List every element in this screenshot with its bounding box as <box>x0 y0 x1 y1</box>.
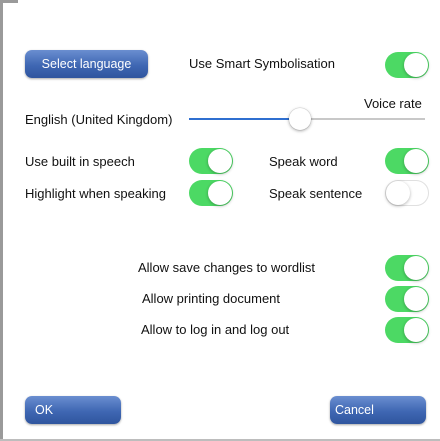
ok-button[interactable]: OK <box>25 396 121 424</box>
toggle-knob <box>404 53 428 77</box>
speak-word-label: Speak word <box>269 154 338 169</box>
highlight-speaking-toggle[interactable] <box>189 180 233 206</box>
toggle-knob <box>208 149 232 173</box>
cancel-button[interactable]: Cancel <box>330 396 426 424</box>
select-language-button[interactable]: Select language <box>25 50 148 78</box>
smart-symbolisation-toggle[interactable] <box>385 52 429 78</box>
language-settings-dialog: Select language Use Smart Symbolisation … <box>0 0 440 441</box>
toggle-knob <box>208 181 232 205</box>
printing-label: Allow printing document <box>142 291 281 306</box>
speak-word-toggle[interactable] <box>385 148 429 174</box>
smart-symbolisation-label: Use Smart Symbolisation <box>189 56 335 71</box>
printing-toggle[interactable] <box>385 286 429 312</box>
language-name: English (United Kingdom) <box>25 112 173 127</box>
toggle-knob <box>404 149 428 173</box>
voice-rate-label: Voice rate <box>364 96 422 111</box>
toggle-knob <box>386 181 410 205</box>
built-in-speech-toggle[interactable] <box>189 148 233 174</box>
voice-rate-slider-thumb[interactable] <box>288 108 311 130</box>
dialog-border-left <box>0 0 3 441</box>
voice-rate-slider-fill <box>189 118 300 120</box>
voice-rate-slider-track[interactable] <box>299 118 425 120</box>
save-wordlist-toggle[interactable] <box>385 255 429 281</box>
highlight-speaking-label: Highlight when speaking <box>25 186 166 201</box>
toggle-knob <box>404 256 428 280</box>
toggle-knob <box>404 318 428 342</box>
dialog-border-top <box>0 0 18 3</box>
login-logout-toggle[interactable] <box>385 317 429 343</box>
save-wordlist-label: Allow save changes to wordlist <box>138 260 316 275</box>
toggle-knob <box>404 287 428 311</box>
speak-sentence-toggle[interactable] <box>385 180 429 206</box>
built-in-speech-label: Use built in speech <box>25 154 135 169</box>
login-logout-label: Allow to log in and log out <box>141 322 290 337</box>
speak-sentence-label: Speak sentence <box>269 186 363 201</box>
